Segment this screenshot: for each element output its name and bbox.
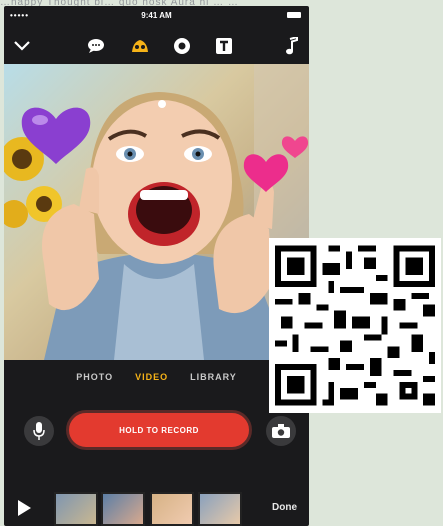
status-time: 9:41 AM (141, 11, 172, 20)
play-icon[interactable] (18, 500, 31, 516)
microphone-button[interactable] (24, 416, 54, 446)
qr-code (269, 238, 441, 413)
speech-bubble-icon[interactable] (86, 36, 106, 56)
camera-flip-icon (272, 424, 290, 438)
chevron-down-icon[interactable] (12, 36, 32, 56)
microphone-icon (33, 422, 45, 440)
battery-icon (287, 12, 301, 18)
text-icon[interactable] (214, 36, 234, 56)
camera-preview[interactable] (4, 64, 309, 360)
hold-to-record-button[interactable]: HOLD TO RECORD (66, 410, 252, 450)
music-icon[interactable] (282, 36, 302, 56)
phone-screen: ••••• 9:41 AM PHOTO VIDEO LIBRARY HOLD T… (4, 6, 309, 526)
capture-mode-selector: PHOTO VIDEO LIBRARY (4, 372, 309, 388)
status-bar: ••••• 9:41 AM (4, 6, 309, 24)
mode-video[interactable]: VIDEO (135, 372, 168, 388)
sticker-icon[interactable] (172, 36, 192, 56)
camera-flip-button[interactable] (266, 416, 296, 446)
mode-library[interactable]: LIBRARY (190, 372, 237, 388)
mode-photo[interactable]: PHOTO (76, 372, 113, 388)
clip-filmstrip: Done (4, 486, 309, 526)
effects-icon[interactable] (130, 36, 150, 56)
done-button[interactable]: Done (272, 502, 297, 513)
top-toolbar (4, 26, 309, 66)
